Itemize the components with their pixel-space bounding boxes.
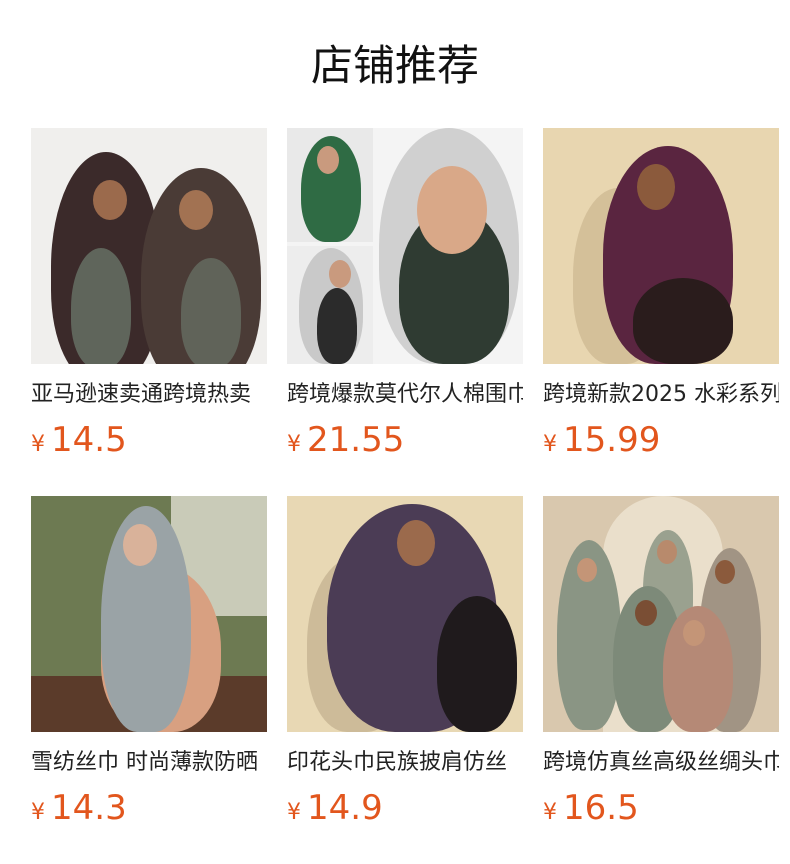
price-value: 14.3 (51, 788, 127, 828)
product-image[interactable] (287, 496, 523, 732)
product-name[interactable]: 跨境爆款莫代尔人棉围巾 (287, 380, 523, 410)
product-image[interactable] (543, 128, 779, 364)
product-card[interactable]: 雪纺丝巾 时尚薄款防晒 ¥14.3 (31, 496, 267, 828)
product-card[interactable]: 跨境仿真丝高级丝绸头巾 ¥16.5 (543, 496, 779, 828)
section-title: 店铺推荐 (310, 41, 479, 90)
product-card[interactable]: 亚马逊速卖通跨境热卖 ¥14.5 (31, 128, 267, 460)
product-image[interactable] (31, 496, 267, 732)
product-price: ¥16.5 (543, 788, 779, 828)
price-value: 14.9 (307, 788, 383, 828)
currency-symbol: ¥ (31, 432, 45, 457)
currency-symbol: ¥ (287, 800, 301, 825)
product-price: ¥21.55 (287, 420, 523, 460)
product-image[interactable] (287, 128, 523, 364)
product-price: ¥15.99 (543, 420, 779, 460)
product-name[interactable]: 跨境新款2025 水彩系列 (543, 380, 779, 410)
price-value: 15.99 (563, 420, 661, 460)
product-card[interactable]: 跨境新款2025 水彩系列 ¥15.99 (543, 128, 779, 460)
product-name[interactable]: 印花头巾民族披肩仿丝 (287, 748, 523, 778)
product-price: ¥14.3 (31, 788, 267, 828)
currency-symbol: ¥ (287, 432, 301, 457)
product-price: ¥14.5 (31, 420, 267, 460)
price-value: 21.55 (307, 420, 405, 460)
product-card[interactable]: 跨境爆款莫代尔人棉围巾 ¥21.55 (287, 128, 523, 460)
product-image[interactable] (543, 496, 779, 732)
price-value: 16.5 (563, 788, 639, 828)
price-value: 14.5 (51, 420, 127, 460)
currency-symbol: ¥ (543, 432, 557, 457)
product-name[interactable]: 雪纺丝巾 时尚薄款防晒 (31, 748, 267, 778)
product-name[interactable]: 亚马逊速卖通跨境热卖 (31, 380, 267, 410)
currency-symbol: ¥ (31, 800, 45, 825)
product-card[interactable]: 印花头巾民族披肩仿丝 ¥14.9 (287, 496, 523, 828)
product-name[interactable]: 跨境仿真丝高级丝绸头巾 (543, 748, 779, 778)
product-image[interactable] (31, 128, 267, 364)
currency-symbol: ¥ (543, 800, 557, 825)
product-price: ¥14.9 (287, 788, 523, 828)
